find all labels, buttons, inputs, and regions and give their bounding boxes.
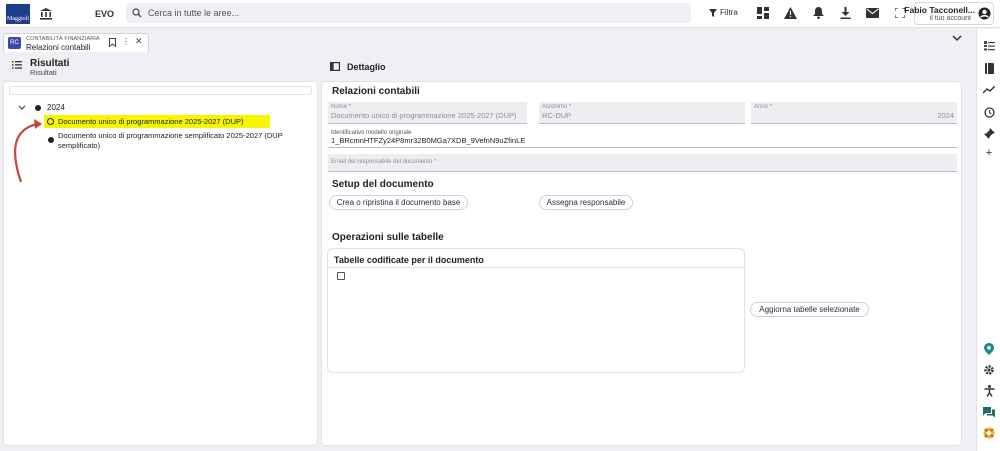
settings-icon[interactable]: [981, 362, 997, 378]
tree-item-label: Documento unico di programmazione 2025-2…: [58, 117, 244, 126]
institution-icon[interactable]: [38, 6, 54, 22]
module-icon: RC: [8, 37, 21, 49]
anno-field[interactable]: Anno * 2024: [751, 102, 957, 124]
divider: [328, 267, 744, 268]
tree-item-dup-semplificato[interactable]: Documento unico di programmazione sempli…: [58, 131, 288, 151]
acronimo-value: RC-DUP: [542, 111, 572, 120]
search-input[interactable]: [148, 5, 678, 21]
filter-icon: [709, 8, 717, 17]
logo-text: Maggioli: [7, 16, 29, 22]
book-icon[interactable]: [981, 60, 997, 76]
detail-panel: Relazioni contabili Nome * Documento uni…: [321, 81, 962, 446]
user-account-link: il tuo account: [929, 15, 971, 22]
bookmark-icon[interactable]: [109, 38, 116, 47]
anno-value: 2024: [937, 111, 954, 120]
accessibility-icon[interactable]: [981, 383, 997, 399]
tree-filter-bar[interactable]: [9, 86, 312, 95]
tab-relazioni-contabili[interactable]: RC CONTABILITÀ FINANZIARIA Relazioni con…: [3, 33, 149, 52]
maggioli-logo[interactable]: Maggioli: [6, 4, 30, 24]
tree-year-node[interactable]: 2024: [47, 103, 65, 112]
panel-icon[interactable]: [330, 62, 340, 71]
pin-icon[interactable]: [981, 125, 997, 141]
nome-label: Nome *: [331, 104, 352, 110]
bell-icon[interactable]: [810, 5, 826, 21]
top-bar: Maggioli EVO Filtra Fabio Tacconell... i…: [0, 0, 1000, 28]
tree-item-dup[interactable]: Documento unico di programmazione 2025-2…: [44, 115, 270, 128]
update-tables-button[interactable]: Aggiorna tabelle selezionate: [750, 302, 869, 317]
tree-expand-icon[interactable]: [18, 105, 26, 111]
identificativo-value: 1_BRcmnHTFZy24P8mr32B0MGa7XDB_9VefnN9uZf…: [331, 136, 526, 145]
history-icon[interactable]: [981, 104, 997, 120]
coded-tables-card: Tabelle codificate per il documento: [327, 248, 745, 373]
user-account-button[interactable]: Fabio Tacconell... il tuo account: [904, 2, 994, 25]
download-icon[interactable]: [837, 5, 853, 21]
support-icon[interactable]: [981, 425, 997, 441]
list-icon[interactable]: [12, 61, 22, 69]
dashboard-icon[interactable]: [755, 5, 771, 21]
user-avatar-icon: [978, 7, 991, 20]
tree-node-bullet: [35, 105, 41, 111]
setup-title: Setup del documento: [332, 179, 434, 190]
app-name[interactable]: EVO: [95, 9, 114, 19]
mail-icon[interactable]: [864, 5, 880, 21]
results-tree-panel: 2024 Documento unico di programmazione 2…: [3, 81, 318, 446]
tab-menu-icon[interactable]: ⋮: [122, 37, 130, 46]
tree-node-bullet: [48, 137, 54, 143]
filter-button[interactable]: Filtra: [705, 4, 747, 21]
coded-tables-title: Tabelle codificate per il documento: [334, 255, 484, 265]
operations-title: Operazioni sulle tabelle: [332, 232, 444, 243]
section-title-relazioni: Relazioni contabili: [332, 86, 420, 97]
assign-responsible-button[interactable]: Assegna responsabile: [539, 195, 633, 210]
email-responsabile-field[interactable]: Email del responsabile del documento *: [328, 154, 957, 172]
results-header: Risultati Risultati: [0, 53, 318, 81]
results-subtitle: Risultati: [30, 68, 57, 77]
anno-label: Anno *: [754, 104, 773, 110]
chat-icon[interactable]: [981, 404, 997, 420]
right-rail: +: [976, 29, 1000, 451]
tab-title: Relazioni contabili: [26, 43, 91, 52]
list-settings-icon[interactable]: [981, 38, 997, 54]
global-search[interactable]: [126, 3, 691, 23]
acronimo-field[interactable]: Acronimo * RC-DUP: [539, 102, 745, 124]
select-all-checkbox[interactable]: [337, 272, 345, 280]
nome-value: Documento unico di programmazione 2025-2…: [331, 111, 517, 120]
location-icon[interactable]: [981, 341, 997, 357]
tab-module-label: CONTABILITÀ FINANZIARIA: [26, 36, 100, 42]
email-responsabile-label: Email del responsabile del documento *: [331, 159, 437, 165]
create-document-button[interactable]: Crea o ripristina il documento base: [329, 195, 468, 210]
selected-radio-icon: [47, 118, 54, 125]
acronimo-label: Acronimo *: [542, 104, 572, 110]
search-icon: [132, 8, 142, 18]
chevron-down-icon[interactable]: [952, 35, 962, 42]
trend-icon[interactable]: [981, 82, 997, 98]
nome-field[interactable]: Nome * Documento unico di programmazione…: [328, 102, 527, 124]
plus-icon[interactable]: +: [981, 145, 997, 161]
identificativo-field[interactable]: Identificativo modello originale 1_BRcmn…: [328, 128, 957, 148]
detail-header: Dettaglio: [322, 53, 974, 81]
close-tab-icon[interactable]: ✕: [135, 36, 143, 47]
detail-title: Dettaglio: [347, 62, 386, 72]
document-tab-bar: RC CONTABILITÀ FINANZIARIA Relazioni con…: [0, 29, 975, 52]
filter-label: Filtra: [720, 8, 738, 17]
user-name: Fabio Tacconell...: [904, 5, 975, 15]
warning-icon[interactable]: [782, 5, 798, 21]
